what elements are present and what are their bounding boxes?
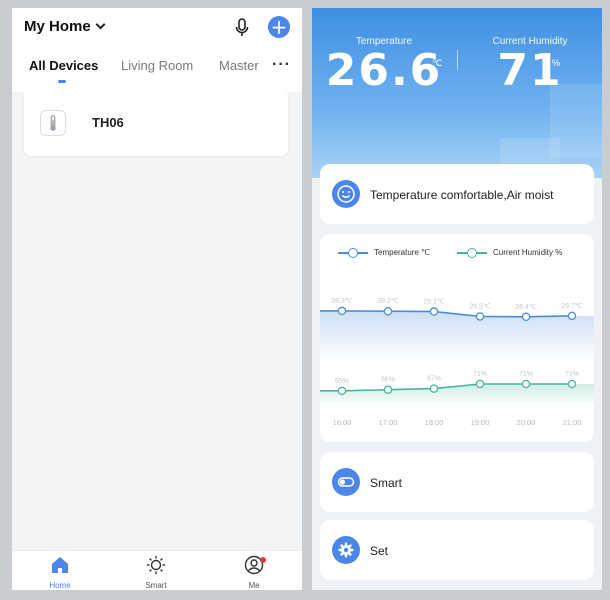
data-label: 28.3℃ <box>331 298 353 305</box>
nav-home-label: Home <box>49 581 71 590</box>
humidity-value: 71 <box>497 45 563 96</box>
bottom-navigation: Home Smart Me <box>12 550 302 590</box>
smart-label: Smart <box>370 476 403 490</box>
x-tick-label: 16:00 <box>333 418 352 427</box>
data-point <box>475 379 485 389</box>
data-label: 71% <box>565 371 579 378</box>
data-point <box>429 307 439 316</box>
notification-dot <box>260 557 266 563</box>
series-area-1 <box>320 384 594 406</box>
data-label: 26.4℃ <box>515 304 537 311</box>
gear-icon <box>332 536 360 564</box>
home-title: My Home <box>24 18 91 35</box>
microphone-icon[interactable] <box>234 18 250 38</box>
sun-icon <box>147 556 165 574</box>
temperature-label: Temperature <box>355 36 413 47</box>
tab-master[interactable]: Master <box>219 58 259 73</box>
x-tick-label: 21:00 <box>563 418 582 427</box>
legend-temperature-swatch <box>338 247 368 258</box>
temperature-reading: Temperature 26.6 ℃ <box>324 36 444 95</box>
nav-smart[interactable]: Smart <box>126 555 186 590</box>
temperature-unit: ℃ <box>432 58 443 68</box>
set-label: Set <box>370 544 389 558</box>
humidity-unit: % <box>552 58 561 68</box>
device-name: TH06 <box>92 115 124 130</box>
humidity-label: Current Humidity <box>492 36 568 47</box>
smiley-icon <box>332 180 360 208</box>
data-point <box>429 384 439 393</box>
x-tick-label: 18:00 <box>425 418 444 427</box>
comfort-status: Temperature comfortable,Air moist <box>370 188 554 202</box>
data-point <box>567 379 577 389</box>
data-label: 26.7℃ <box>561 303 583 310</box>
data-label: 28.2℃ <box>377 298 399 305</box>
data-label: 28.1℃ <box>423 299 445 306</box>
set-row[interactable]: Set <box>320 520 594 580</box>
tab-living-room[interactable]: Living Room <box>121 58 193 73</box>
series-area-0 <box>320 310 594 362</box>
history-line-chart: 28.3℃ 28.2℃ 28.1℃ 26.5℃ 26.4℃ 26.7℃ 65% 66% 67% 7… <box>320 298 594 427</box>
home-icon <box>52 557 68 573</box>
nav-me-label: Me <box>248 581 260 590</box>
tab-all-devices[interactable]: All Devices <box>29 58 98 73</box>
more-rooms-button[interactable]: ··· <box>272 56 291 74</box>
data-label: 71% <box>519 371 533 378</box>
data-point <box>337 386 347 396</box>
history-chart-card: Temperature ℃ Current Humidity % 28.3℃ 28… <box>320 234 594 442</box>
device-list-screen: My Home + All Devices Living Room Master… <box>12 8 302 590</box>
data-point <box>383 306 393 316</box>
home-selector[interactable]: My Home <box>24 18 106 35</box>
data-point <box>337 306 347 316</box>
active-tab-indicator <box>58 80 66 83</box>
data-label: 65% <box>335 378 349 385</box>
data-label: 66% <box>381 377 395 384</box>
data-point <box>567 311 577 321</box>
smart-row[interactable]: Smart <box>320 452 594 512</box>
data-point <box>521 379 531 389</box>
data-label: 26.5℃ <box>469 303 491 310</box>
legend-humidity: Current Humidity % <box>457 247 563 258</box>
x-tick-label: 20:00 <box>517 418 536 427</box>
x-tick-label: 17:00 <box>379 418 398 427</box>
app-header: My Home + All Devices Living Room Master… <box>12 8 302 92</box>
data-label: 67% <box>427 376 441 383</box>
data-point <box>475 312 485 321</box>
legend-humidity-label: Current Humidity % <box>493 248 563 257</box>
comfort-card: Temperature comfortable,Air moist <box>320 164 594 224</box>
legend-temperature-label: Temperature ℃ <box>374 248 431 257</box>
data-label: 71% <box>473 371 487 378</box>
add-device-button[interactable]: + <box>268 16 290 38</box>
reading-header: Temperature 26.6 ℃ Current Humidity 71 % <box>312 8 602 178</box>
device-card[interactable]: TH06 <box>24 88 288 156</box>
chevron-down-icon <box>95 19 106 30</box>
room-tabs: All Devices Living Room Master <box>12 58 302 88</box>
thermometer-icon <box>40 110 66 136</box>
humidity-reading: Current Humidity 71 % <box>470 36 590 95</box>
toggle-icon <box>332 468 360 496</box>
data-point <box>521 312 531 322</box>
nav-home[interactable]: Home <box>30 555 90 590</box>
legend-humidity-swatch <box>457 247 487 258</box>
temperature-value: 26.6 <box>325 45 443 96</box>
nav-smart-label: Smart <box>145 581 167 590</box>
reading-divider <box>457 50 458 70</box>
nav-me[interactable]: Me <box>224 555 284 590</box>
x-tick-label: 19:00 <box>471 418 490 427</box>
legend-temperature: Temperature ℃ <box>338 247 431 258</box>
device-detail-screen: Temperature 26.6 ℃ Current Humidity 71 %… <box>312 8 602 590</box>
data-point <box>383 385 393 394</box>
